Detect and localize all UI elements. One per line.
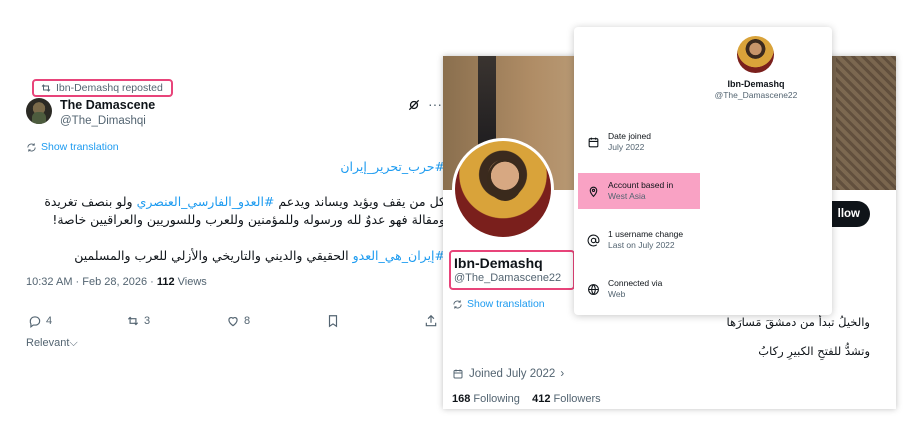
bookmark-icon — [328, 315, 338, 328]
more-options-icon[interactable]: ··· — [428, 96, 442, 112]
heart-icon — [228, 317, 238, 327]
reply-icon — [29, 316, 41, 328]
joined-date[interactable]: Joined July 2022 › — [452, 368, 564, 380]
tweet-text-segment: ولو بنصف تغريدة — [44, 194, 137, 209]
location-pin-icon — [589, 186, 597, 197]
banner-art — [836, 56, 896, 190]
share-icon — [425, 314, 437, 327]
show-translation-link[interactable]: Show translation — [26, 141, 119, 153]
followers-label: Followers — [553, 393, 601, 405]
reply-count: 4 — [46, 315, 53, 327]
about-row-label: Date joined — [608, 131, 652, 141]
hashtag-link[interactable]: #إيران_هي_العدو — [353, 248, 445, 263]
globe-icon — [587, 283, 599, 295]
follow-counts: 168 Following 412 Followers — [452, 393, 601, 405]
at-sign-icon — [587, 234, 599, 246]
calendar-icon — [588, 137, 598, 147]
show-translation-label: Show translation — [467, 298, 545, 310]
about-row-username-change: 1 username change Last on July 2022 — [578, 222, 700, 258]
about-row-label: Account based in — [608, 180, 674, 190]
profile-avatar[interactable] — [452, 138, 554, 240]
followers-link[interactable]: 412 Followers — [532, 393, 601, 405]
followers-count: 412 — [532, 393, 551, 405]
tweet-text-segment: كل من يقف ويؤيد ويساند ويدعم — [274, 194, 445, 209]
repost-indicator[interactable]: Ibn-Demashq reposted — [32, 79, 173, 97]
about-row-connected-via: Connected via Web — [578, 271, 700, 307]
tweet-timestamp[interactable]: 10:32 AM · Feb 28, 2026 · — [26, 276, 157, 288]
tweet-text-line: ومقالة فهو عدوٌ لله ورسوله وللمؤمنين ولل… — [52, 212, 445, 227]
repost-icon — [127, 316, 139, 326]
views-label: Views — [174, 276, 207, 288]
tweet-actions: 4 3 8 — [28, 314, 448, 332]
like-button[interactable]: 8 — [226, 314, 250, 328]
tweet-text-line: كل من يقف ويؤيد ويساند ويدعم #العدو_الفا… — [5, 193, 445, 210]
grok-icon[interactable] — [407, 98, 421, 112]
profile-show-translation-link[interactable]: Show translation — [452, 298, 545, 310]
reply-button[interactable]: 4 — [28, 314, 52, 328]
about-row-value: West Asia — [608, 191, 646, 201]
author-name[interactable]: The Damascene — [60, 98, 155, 112]
reposted-tweet[interactable]: Ibn-Demashq reposted The Damascene @The_… — [0, 70, 445, 370]
profile-bio-line: والخيلُ تبدأ من دمشقَ مَسارَها — [726, 315, 870, 329]
profile-name-highlight: Ibn-Demashq @The_Damascene22 — [449, 250, 575, 290]
popup-name: Ibn-Demashq — [727, 79, 785, 89]
joined-label: Joined July 2022 — [469, 368, 556, 380]
translate-icon — [27, 142, 36, 152]
chevron-down-icon: ⌵ — [69, 337, 78, 349]
author-handle[interactable]: @The_Dimashqi — [60, 115, 146, 127]
tweet-text-line: #إيران_هي_العدو الحقيقي والديني والتاريخ… — [5, 247, 445, 264]
calendar-icon — [453, 369, 463, 379]
about-row-value: Web — [608, 289, 626, 299]
profile-name: Ibn-Demashq — [454, 255, 543, 271]
sort-relevant-dropdown[interactable]: Relevant⌵ — [26, 337, 78, 350]
tweet-meta: 10:32 AM · Feb 28, 2026 · 112 Views — [26, 276, 207, 288]
profile-bio-line: وتشدُّ للفتحِ الكبيرِ ركابُ — [758, 344, 870, 358]
bookmark-button[interactable] — [326, 314, 340, 328]
about-row-date-joined: Date joined July 2022 — [578, 124, 700, 160]
repost-button[interactable]: 3 — [126, 314, 150, 328]
tweet-text-segment: الحقيقي والديني والتاريخي والأزلي للعرب … — [74, 248, 353, 263]
about-row-value: July 2022 — [608, 142, 645, 152]
following-link[interactable]: 168 Following — [452, 393, 520, 405]
about-row-label: Connected via — [608, 278, 663, 288]
following-label: Following — [473, 393, 520, 405]
profile-handle: @The_Damascene22 — [454, 272, 562, 284]
following-count: 168 — [452, 393, 471, 405]
popup-handle: @The_Damascene22 — [714, 90, 798, 100]
hashtag-link[interactable]: #العدو_الفارسي_العنصري — [137, 194, 275, 209]
views-count: 112 — [156, 276, 175, 288]
hashtag-link[interactable]: #حرب_تحرير_إيران — [5, 158, 445, 175]
sort-label: Relevant — [26, 337, 70, 349]
repost-label: Ibn-Demashq reposted — [56, 82, 163, 94]
share-button[interactable] — [424, 314, 438, 328]
like-count: 8 — [244, 315, 251, 327]
about-row-label: 1 username change — [608, 229, 684, 239]
repost-icon — [41, 84, 51, 92]
show-translation-label: Show translation — [41, 141, 119, 153]
about-row-account-based-in: Account based in West Asia — [578, 173, 700, 209]
popup-avatar — [737, 36, 774, 73]
chevron-right-icon: › — [560, 368, 565, 380]
about-account-popup: Ibn-Demashq @The_Damascene22 Date joined… — [574, 27, 832, 315]
author-avatar[interactable] — [26, 98, 52, 124]
about-row-value: Last on July 2022 — [608, 240, 675, 250]
repost-count: 3 — [144, 315, 151, 327]
translate-icon — [453, 299, 462, 309]
